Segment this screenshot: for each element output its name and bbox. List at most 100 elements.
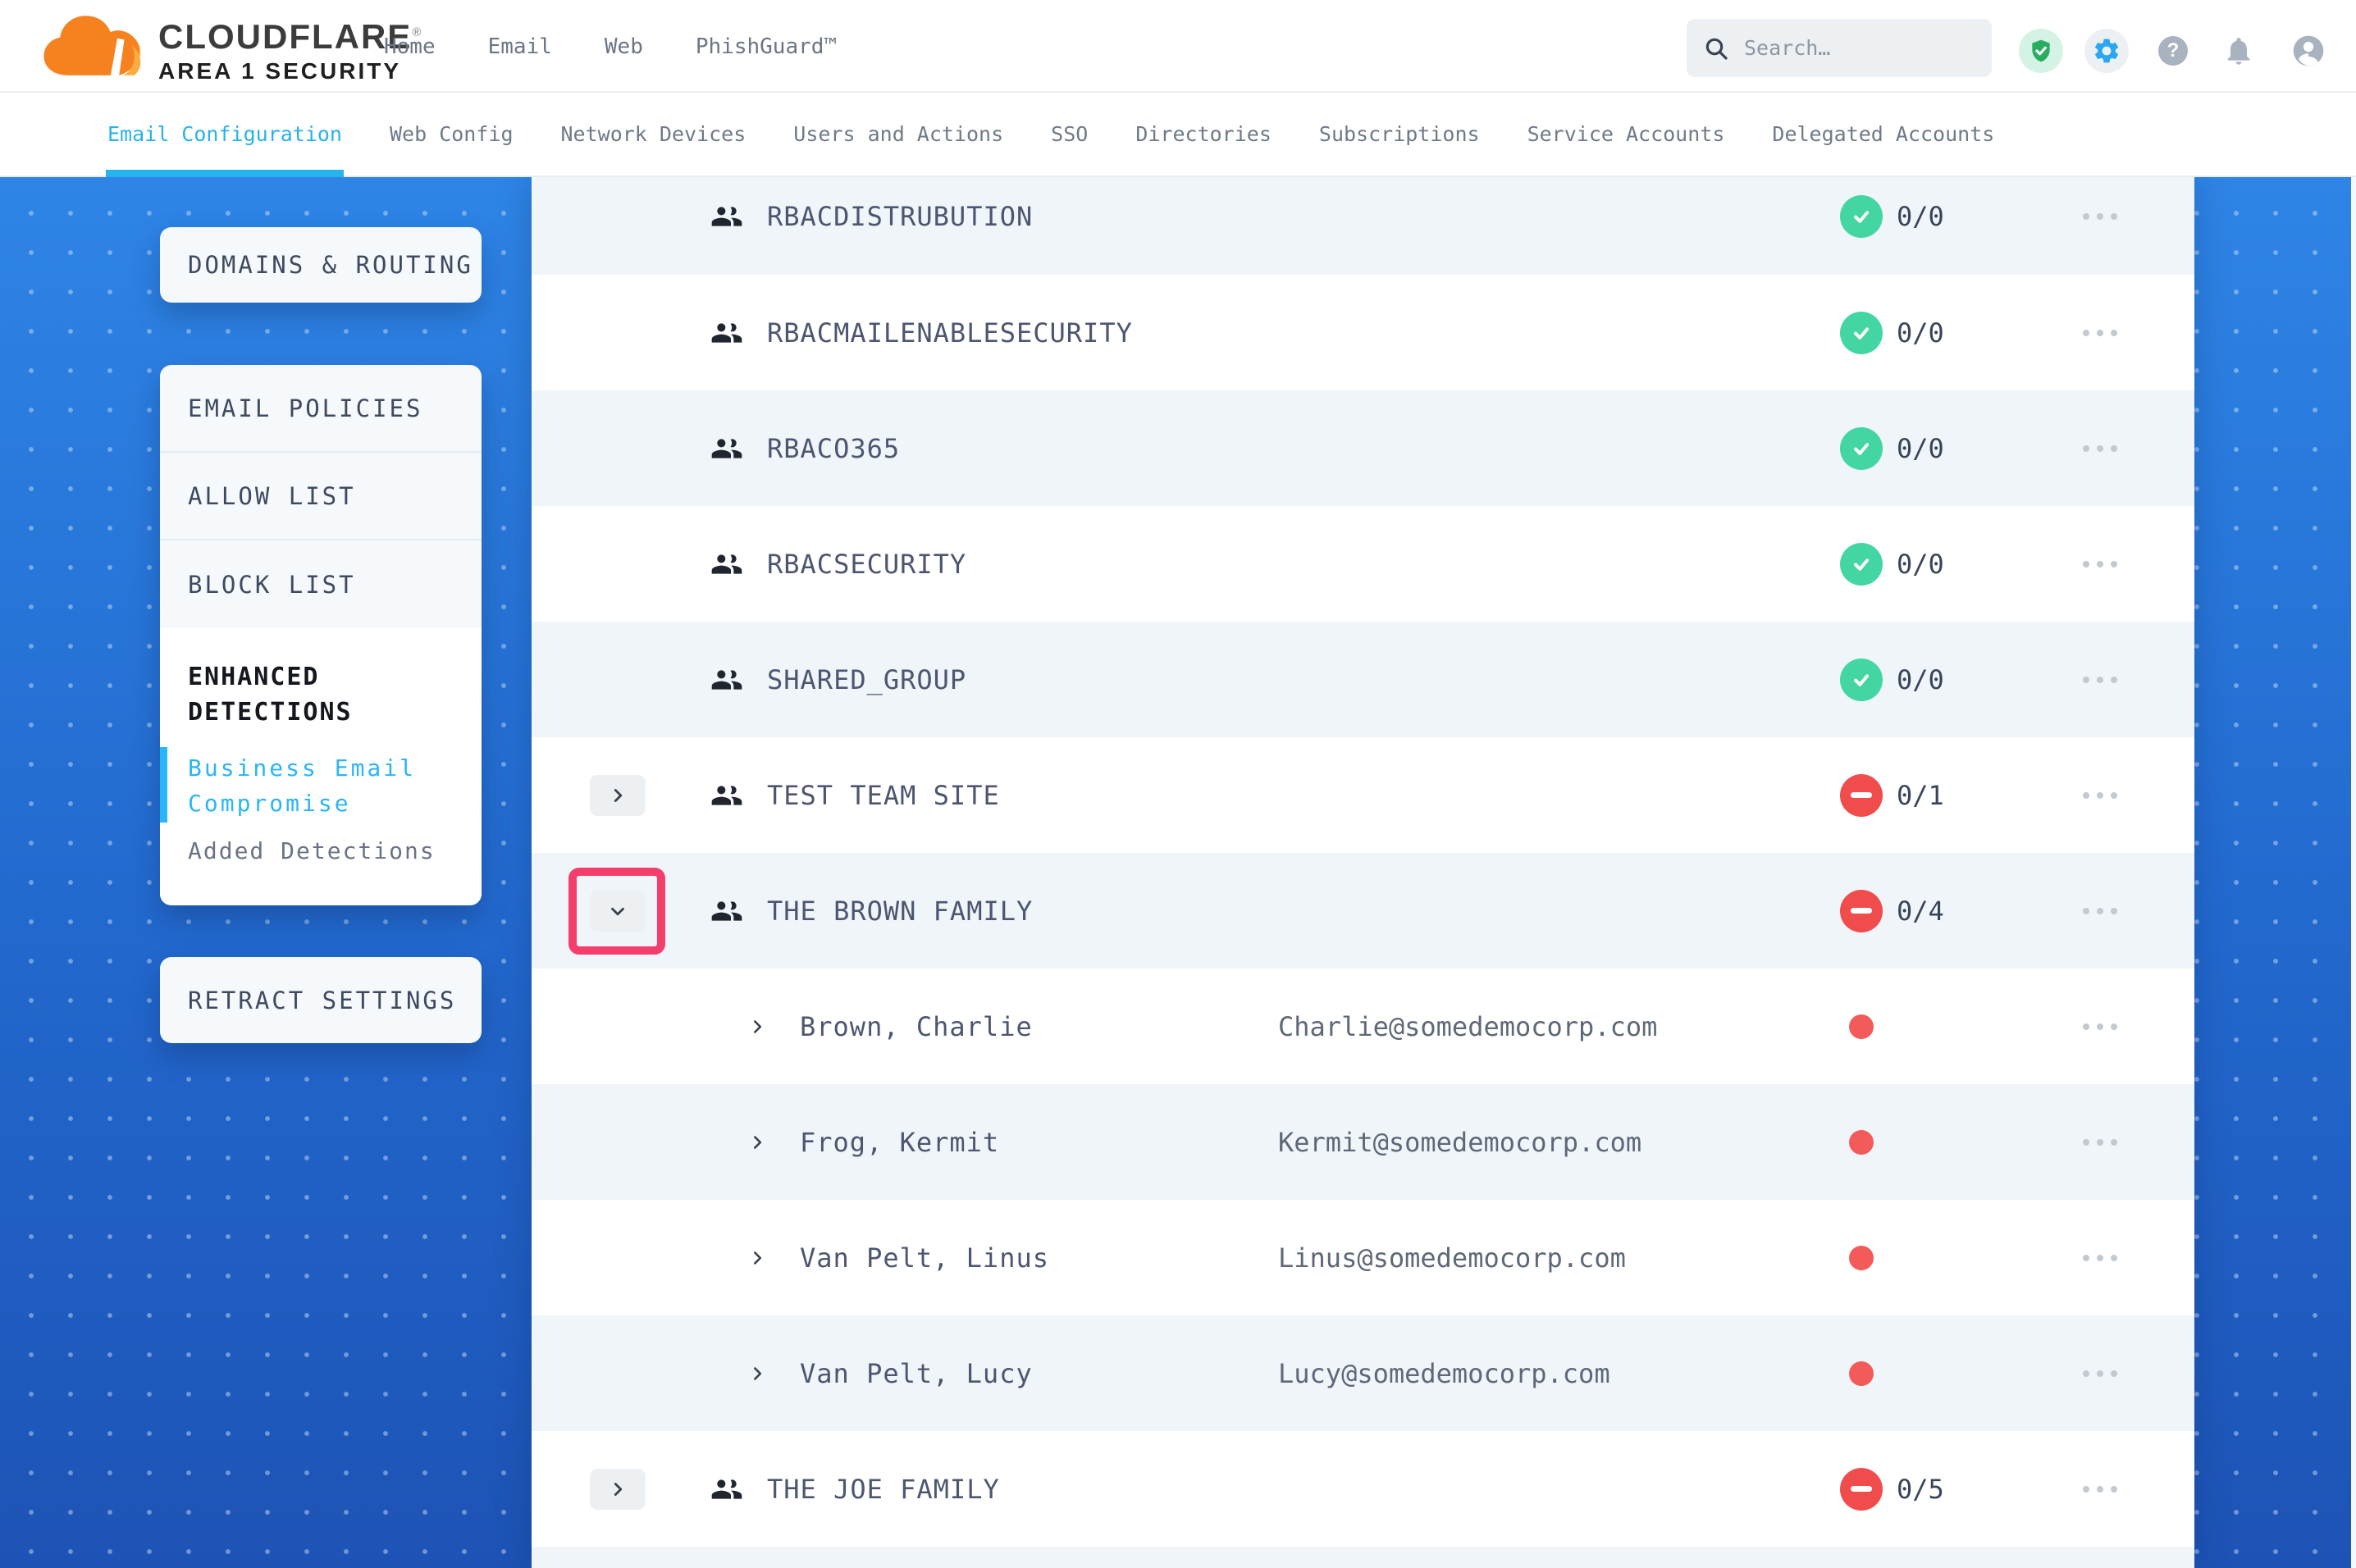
security-shield-icon[interactable] (2019, 29, 2063, 73)
table-row-group[interactable]: RBACMAILENABLESECURITY 0/0 (532, 275, 2194, 390)
nav-item-web[interactable]: Web (605, 34, 643, 59)
secondary-nav: Email Configuration Web Config Network D… (0, 93, 2356, 177)
member-email: Linus@somedemocorp.com (1278, 1242, 1626, 1274)
member-count: 0/0 (1897, 549, 1944, 580)
primary-nav: Home Email Web PhishGuard™ (384, 0, 837, 93)
sidebar-card-email-policies: EMAIL POLICIES ALLOW LIST BLOCK LIST ENH… (160, 365, 482, 905)
sidebar-item-business-email-compromise[interactable]: Business Email Compromise (188, 750, 434, 821)
status-red-dot (1849, 1361, 1874, 1386)
tab-service-accounts[interactable]: Service Accounts (1527, 93, 1725, 175)
sidebar-item-added-detections[interactable]: Added Detections (188, 837, 454, 864)
group-icon (710, 779, 743, 812)
tab-network-devices[interactable]: Network Devices (561, 93, 747, 175)
table-row-member[interactable]: Van Pelt, Linus Linus@somedemocorp.com (532, 1200, 2194, 1315)
nav-item-phishguard[interactable]: PhishGuard™ (696, 34, 837, 59)
more-options-button[interactable] (2067, 213, 2133, 220)
member-count: 0/4 (1897, 896, 1944, 927)
expand-button[interactable] (590, 1469, 646, 1510)
group-name: THE JOE FAMILY (767, 1474, 1000, 1505)
table-row-group[interactable]: SHARED_GROUP 0/0 (532, 622, 2194, 737)
page: CLOUDFLARE® AREA 1 SECURITY Home Email W… (0, 0, 2356, 1568)
more-options-button[interactable] (2067, 1023, 2133, 1030)
nav-item-home[interactable]: Home (384, 34, 436, 59)
member-name: Brown, Charlie (800, 1011, 1033, 1042)
scrollbar-track[interactable] (2351, 177, 2356, 1568)
chevron-right-icon[interactable] (747, 1247, 768, 1269)
search-icon (1703, 35, 1729, 62)
group-name: SHARED_GROUP (767, 664, 966, 695)
sidebar-item-domains-routing[interactable]: DOMAINS & ROUTING (188, 251, 473, 279)
group-icon (710, 200, 743, 233)
member-name: Van Pelt, Lucy (800, 1358, 1033, 1389)
table-row-member[interactable]: Brown, Charlie Charlie@somedemocorp.com (532, 969, 2194, 1084)
status-enabled-icon (1840, 659, 1883, 701)
group-icon (710, 548, 743, 581)
top-bar: CLOUDFLARE® AREA 1 SECURITY Home Email W… (0, 0, 2356, 93)
tab-web-config[interactable]: Web Config (390, 93, 514, 175)
group-icon (710, 663, 743, 696)
group-name: RBACO365 (767, 433, 900, 464)
tab-directories[interactable]: Directories (1135, 93, 1272, 175)
group-name: TEST TEAM SITE (767, 780, 1000, 811)
table-row-clipped (532, 1547, 2194, 1568)
member-count: 0/0 (1897, 317, 1944, 349)
member-email: Charlie@somedemocorp.com (1278, 1011, 1657, 1042)
sidebar-card-domains-routing: DOMAINS & ROUTING (160, 227, 482, 303)
more-options-button[interactable] (2067, 445, 2133, 452)
chevron-right-icon[interactable] (747, 1132, 768, 1153)
nav-item-email[interactable]: Email (488, 34, 552, 59)
sidebar-section-enhanced-detections: ENHANCED DETECTIONS Business Email Compr… (160, 628, 482, 905)
chevron-right-icon[interactable] (747, 1363, 768, 1384)
table-row-group[interactable]: RBACDISTRUBUTION 0/0 (532, 177, 2194, 275)
more-options-button[interactable] (2067, 1370, 2133, 1377)
table-row-group-collapsible[interactable]: TEST TEAM SITE 0/1 (532, 737, 2194, 853)
more-options-button[interactable] (2067, 561, 2133, 567)
gear-icon[interactable] (2084, 29, 2129, 73)
help-icon[interactable]: ? (2158, 36, 2188, 66)
table-row-group-collapsible[interactable]: THE BROWN FAMILY 0/4 (532, 853, 2194, 969)
tab-email-configuration[interactable]: Email Configuration (107, 93, 342, 175)
bell-icon[interactable] (2222, 34, 2255, 67)
more-options-button[interactable] (2067, 1139, 2133, 1146)
more-options-button[interactable] (2067, 330, 2133, 336)
group-icon (710, 317, 743, 349)
status-enabled-icon (1840, 543, 1883, 586)
more-options-button[interactable] (2067, 792, 2133, 799)
enhanced-detections-title: ENHANCED DETECTIONS (188, 659, 434, 730)
table-row-group[interactable]: RBACSECURITY 0/0 (532, 506, 2194, 622)
tab-users-and-actions[interactable]: Users and Actions (793, 93, 1003, 175)
table-row-group[interactable]: RBACO365 0/0 (532, 390, 2194, 506)
member-count: 0/0 (1897, 201, 1944, 232)
status-enabled-icon (1840, 427, 1883, 470)
status-red-dot (1849, 1246, 1874, 1270)
sidebar-item-block-list[interactable]: BLOCK LIST (160, 540, 482, 628)
expand-button[interactable] (590, 775, 646, 816)
collapse-button[interactable] (590, 891, 646, 932)
tab-subscriptions[interactable]: Subscriptions (1319, 93, 1480, 175)
search-input[interactable] (1742, 35, 1975, 61)
brand-logo: CLOUDFLARE® AREA 1 SECURITY (37, 7, 422, 85)
sidebar-item-email-policies[interactable]: EMAIL POLICIES (160, 365, 482, 453)
status-red-dot (1849, 1130, 1874, 1155)
status-enabled-icon (1840, 312, 1883, 354)
sidebar-item-allow-list[interactable]: ALLOW LIST (160, 453, 482, 540)
more-options-button[interactable] (2067, 677, 2133, 683)
member-count: 0/5 (1897, 1474, 1944, 1505)
member-count: 0/1 (1897, 780, 1944, 811)
table-row-member[interactable]: Van Pelt, Lucy Lucy@somedemocorp.com (532, 1315, 2194, 1431)
table-row-member[interactable]: Frog, Kermit Kermit@somedemocorp.com (532, 1084, 2194, 1200)
member-count: 0/0 (1897, 433, 1944, 464)
more-options-button[interactable] (2067, 1486, 2133, 1493)
member-name: Van Pelt, Linus (800, 1242, 1049, 1274)
chevron-right-icon[interactable] (747, 1016, 768, 1037)
sidebar-item-retract-settings[interactable]: RETRACT SETTINGS (188, 987, 456, 1014)
more-options-button[interactable] (2067, 1255, 2133, 1261)
more-options-button[interactable] (2067, 908, 2133, 914)
member-email: Kermit@somedemocorp.com (1278, 1127, 1641, 1158)
sidebar-card-retract-settings: RETRACT SETTINGS (160, 957, 482, 1043)
avatar-icon[interactable] (2290, 33, 2326, 69)
search-box[interactable] (1687, 19, 1992, 77)
tab-sso[interactable]: SSO (1051, 93, 1088, 175)
tab-delegated-accounts[interactable]: Delegated Accounts (1772, 93, 1994, 175)
table-row-group-collapsible[interactable]: THE JOE FAMILY 0/5 (532, 1431, 2194, 1547)
